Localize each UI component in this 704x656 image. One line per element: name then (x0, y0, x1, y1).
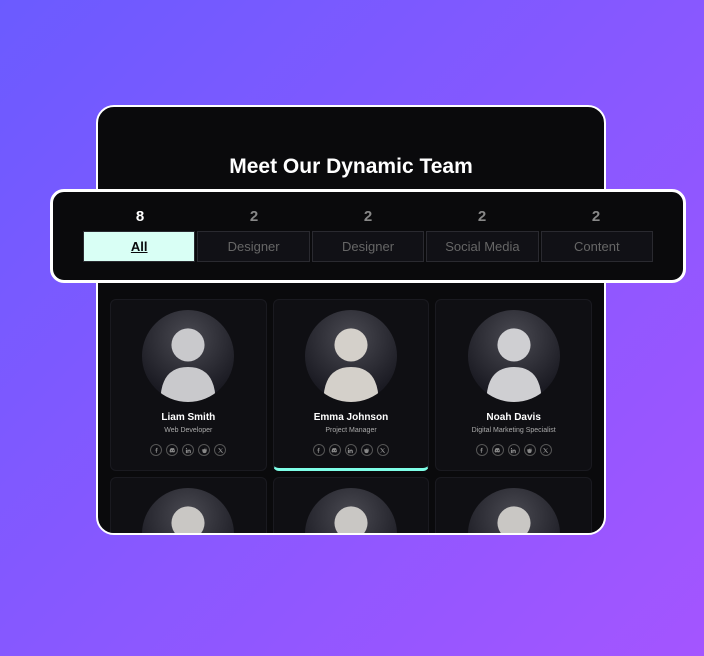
filter-count-2: 2 (311, 208, 425, 225)
filter-count-0: 8 (83, 208, 197, 225)
avatar (468, 488, 560, 535)
x-icon[interactable] (377, 444, 389, 456)
avatar (305, 488, 397, 535)
avatar (468, 310, 560, 402)
team-card[interactable] (273, 477, 430, 535)
social-links (476, 444, 552, 456)
member-name: Liam Smith (161, 412, 215, 423)
member-role: Digital Marketing Specialist (472, 427, 556, 434)
filter-tab-designer[interactable]: Designer (197, 231, 309, 262)
discord-icon[interactable] (166, 444, 178, 456)
team-panel: Meet Our Dynamic Team Liam Smith Web Dev… (96, 105, 606, 535)
team-card[interactable]: Noah Davis Digital Marketing Specialist (435, 299, 592, 471)
social-links (150, 444, 226, 456)
reddit-icon[interactable] (198, 444, 210, 456)
member-role: Project Manager (325, 427, 376, 434)
filter-count-1: 2 (197, 208, 311, 225)
member-name: Emma Johnson (314, 412, 388, 423)
filter-count-3: 2 (425, 208, 539, 225)
filter-tab-all[interactable]: All (83, 231, 195, 262)
reddit-icon[interactable] (524, 444, 536, 456)
discord-icon[interactable] (492, 444, 504, 456)
facebook-icon[interactable] (150, 444, 162, 456)
discord-icon[interactable] (329, 444, 341, 456)
avatar (142, 488, 234, 535)
team-card[interactable] (110, 477, 267, 535)
linkedin-icon[interactable] (182, 444, 194, 456)
linkedin-icon[interactable] (345, 444, 357, 456)
filter-bar: 82222 AllDesignerDesignerSocial MediaCon… (50, 189, 686, 283)
x-icon[interactable] (540, 444, 552, 456)
member-role: Web Developer (164, 427, 212, 434)
reddit-icon[interactable] (361, 444, 373, 456)
avatar (142, 310, 234, 402)
x-icon[interactable] (214, 444, 226, 456)
filter-tab-content[interactable]: Content (541, 231, 653, 262)
linkedin-icon[interactable] (508, 444, 520, 456)
facebook-icon[interactable] (476, 444, 488, 456)
team-card[interactable]: Emma Johnson Project Manager (273, 299, 430, 471)
filter-count-4: 2 (539, 208, 653, 225)
team-card[interactable]: Liam Smith Web Developer (110, 299, 267, 471)
member-name: Noah Davis (486, 412, 540, 423)
filter-tab-social-media[interactable]: Social Media (426, 231, 538, 262)
social-links (313, 444, 389, 456)
facebook-icon[interactable] (313, 444, 325, 456)
filter-tab-designer[interactable]: Designer (312, 231, 424, 262)
avatar (305, 310, 397, 402)
team-card[interactable] (435, 477, 592, 535)
